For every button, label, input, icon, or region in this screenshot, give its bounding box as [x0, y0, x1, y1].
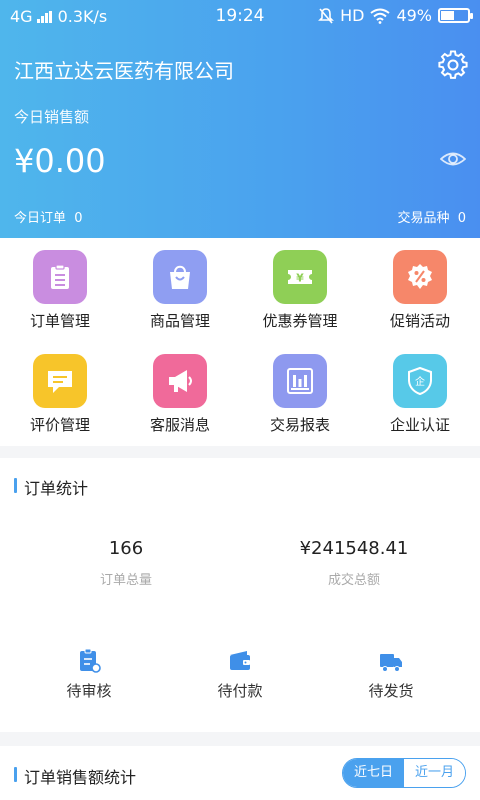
status-right: HD 49% [318, 6, 473, 25]
today-orders-label: 今日订单 [14, 211, 67, 226]
menu-icon-bg [273, 354, 327, 408]
trade-kinds: 交易品种 0 [397, 207, 466, 226]
menu-coupon-management[interactable]: ¥ 优惠券管理 [240, 238, 360, 342]
today-sales-label: 今日销售额 [14, 108, 90, 126]
trade-kinds-label: 交易品种 [397, 211, 450, 226]
menu-icon-bg: ¥ [273, 250, 327, 304]
menu-product-management[interactable]: 商品管理 [120, 238, 240, 342]
range-selector: 近七日 近一月 [341, 758, 466, 788]
pending-shipment-label: 待发货 [368, 682, 414, 700]
shopping-bag-icon [170, 265, 190, 289]
battery-percent: 49% [396, 6, 432, 25]
report-icon [287, 368, 313, 394]
deal-amount-value: ¥241548.41 [299, 538, 409, 559]
menu-review-management[interactable]: 评价管理 [0, 342, 120, 446]
pending-payment-label: 待付款 [217, 682, 263, 700]
clipboard-icon [51, 264, 69, 289]
function-grid: 订单管理 商品管理 ¥ 优惠券管理 促销活动 评价管理 客服消息 交易报表 企 … [0, 238, 480, 446]
pending-payment[interactable]: 待付款 [180, 648, 300, 701]
svg-text:¥: ¥ [296, 272, 304, 285]
pending-review-label: 待审核 [66, 682, 112, 700]
order-total-label: 订单总量 [99, 573, 152, 588]
discount-tag-icon [408, 264, 432, 289]
mute-icon [318, 7, 335, 24]
range-option-7days[interactable]: 近七日 [342, 759, 404, 787]
menu-icon-bg [393, 250, 447, 304]
trade-kinds-value: 0 [457, 211, 466, 226]
shield-icon: 企 [408, 366, 432, 396]
menu-label: 客服消息 [149, 416, 210, 434]
pending-shipment[interactable]: 待发货 [331, 648, 451, 701]
menu-icon-bg [33, 250, 87, 304]
menu-icon-bg [153, 250, 207, 304]
range-option-1month[interactable]: 近一月 [403, 759, 465, 787]
coupon-icon: ¥ [288, 270, 312, 285]
menu-label: 订单管理 [29, 312, 90, 330]
today-sales-value: ¥0.00 [14, 142, 106, 180]
pending-review[interactable]: 待审核 [29, 648, 149, 701]
today-orders: 今日订单 0 [14, 207, 83, 226]
review-icon [80, 648, 101, 673]
order-stats-title: 订单统计 [14, 475, 88, 499]
sales-stats-title: 订单销售额统计 [14, 764, 136, 788]
company-name: 江西立达云医药有限公司 [14, 59, 234, 83]
svg-text:企: 企 [415, 375, 425, 388]
hd-indicator: HD [340, 6, 365, 25]
order-stats-card: 订单统计 166 订单总量 ¥241548.41 成交总额 待审核 待付款 待发 [0, 458, 480, 732]
gear-icon[interactable] [438, 50, 468, 80]
comment-icon [48, 371, 72, 393]
menu-label: 评价管理 [29, 416, 90, 434]
eye-icon[interactable] [440, 148, 466, 170]
battery-icon [438, 8, 473, 23]
status-bar: 4G 0.3K/s 19:24 HD 49% [0, 0, 480, 34]
menu-promotion[interactable]: 促销活动 [360, 238, 480, 342]
menu-enterprise-verification[interactable]: 企 企业认证 [360, 342, 480, 446]
megaphone-icon [169, 370, 192, 392]
deal-amount-label: 成交总额 [327, 573, 380, 588]
menu-icon-bg [153, 354, 207, 408]
order-total-value: 166 [108, 538, 144, 559]
header-banner: 4G 0.3K/s 19:24 HD 49% 江西立达云医药有限公司 今日销售额… [0, 0, 480, 238]
menu-icon-bg: 企 [393, 354, 447, 408]
menu-icon-bg [33, 354, 87, 408]
menu-customer-service[interactable]: 客服消息 [120, 342, 240, 446]
menu-label: 商品管理 [149, 312, 210, 330]
truck-icon [380, 654, 402, 672]
menu-label: 促销活动 [389, 312, 450, 330]
wallet-icon [230, 651, 250, 670]
menu-label: 优惠券管理 [262, 312, 338, 330]
menu-label: 企业认证 [389, 416, 450, 434]
wifi-icon [370, 8, 391, 24]
menu-trade-report[interactable]: 交易报表 [240, 342, 360, 446]
menu-order-management[interactable]: 订单管理 [0, 238, 120, 342]
menu-label: 交易报表 [269, 416, 330, 434]
today-orders-value: 0 [74, 211, 83, 226]
